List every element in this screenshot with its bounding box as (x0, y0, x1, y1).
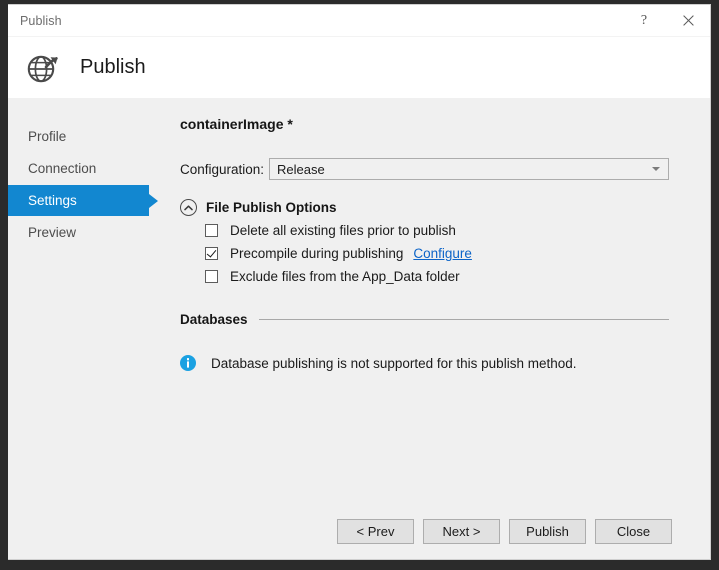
dialog-footer: < Prev Next > Publish Close (8, 503, 710, 559)
databases-title: Databases (180, 312, 248, 327)
sidebar-item-settings[interactable]: Settings (8, 185, 158, 216)
info-icon (180, 355, 196, 371)
chevron-down-icon (652, 167, 660, 171)
databases-section-header: Databases (180, 312, 669, 327)
configuration-value: Release (277, 161, 325, 177)
publish-dialog-window: Publish ? Publish Profile Connection Set… (8, 4, 711, 560)
sidebar-item-label: Preview (28, 225, 77, 240)
databases-message-text: Database publishing is not supported for… (211, 355, 577, 371)
precompile-during-publishing-checkbox[interactable] (205, 247, 218, 260)
configuration-select[interactable]: Release (269, 158, 669, 180)
configuration-label: Configuration: (180, 161, 265, 177)
checkbox-row-precompile[interactable]: Precompile during publishing Configure (205, 246, 472, 261)
help-button[interactable]: ? (622, 5, 666, 36)
file-publish-options-header[interactable]: File Publish Options (180, 199, 337, 216)
checkbox-row-delete-existing[interactable]: Delete all existing files prior to publi… (205, 223, 456, 238)
sidebar-item-label: Profile (28, 129, 67, 144)
exclude-app-data-checkbox[interactable] (205, 270, 218, 283)
settings-pane: containerImage * Configuration: Release … (173, 98, 710, 503)
checkbox-label: Precompile during publishing (230, 246, 404, 261)
profile-name-heading: containerImage * (180, 116, 293, 132)
databases-info-message: Database publishing is not supported for… (180, 355, 576, 371)
help-icon: ? (640, 12, 648, 28)
sidebar-item-label: Connection (28, 161, 97, 176)
window-controls: ? (622, 5, 710, 36)
sidebar-item-profile[interactable]: Profile (8, 121, 149, 152)
configure-link[interactable]: Configure (413, 246, 472, 261)
page-title: Publish (80, 56, 146, 78)
publish-button[interactable]: Publish (509, 518, 586, 544)
globe-publish-icon (24, 49, 62, 87)
dialog-body: Profile Connection Settings Preview cont… (8, 98, 710, 503)
next-button[interactable]: Next > (423, 518, 500, 544)
close-button[interactable] (666, 5, 710, 36)
checkbox-label: Delete all existing files prior to publi… (230, 223, 456, 238)
sidebar-nav: Profile Connection Settings Preview (8, 98, 173, 503)
delete-existing-files-checkbox[interactable] (205, 224, 218, 237)
prev-button[interactable]: < Prev (337, 518, 414, 544)
checkbox-row-exclude-appdata[interactable]: Exclude files from the App_Data folder (205, 269, 460, 284)
dialog-header: Publish (8, 37, 710, 98)
window-title: Publish (20, 13, 62, 28)
file-publish-options-title: File Publish Options (206, 200, 337, 215)
sidebar-item-preview[interactable]: Preview (8, 217, 149, 248)
checkbox-label: Exclude files from the App_Data folder (230, 269, 460, 284)
chevron-up-circle-icon[interactable] (180, 199, 197, 216)
section-divider (258, 319, 669, 320)
sidebar-item-label: Settings (28, 193, 77, 208)
configuration-row: Configuration: Release (180, 158, 669, 180)
close-button-footer[interactable]: Close (595, 518, 672, 544)
close-icon (682, 15, 694, 26)
sidebar-item-connection[interactable]: Connection (8, 153, 149, 184)
title-bar: Publish ? (8, 5, 710, 36)
